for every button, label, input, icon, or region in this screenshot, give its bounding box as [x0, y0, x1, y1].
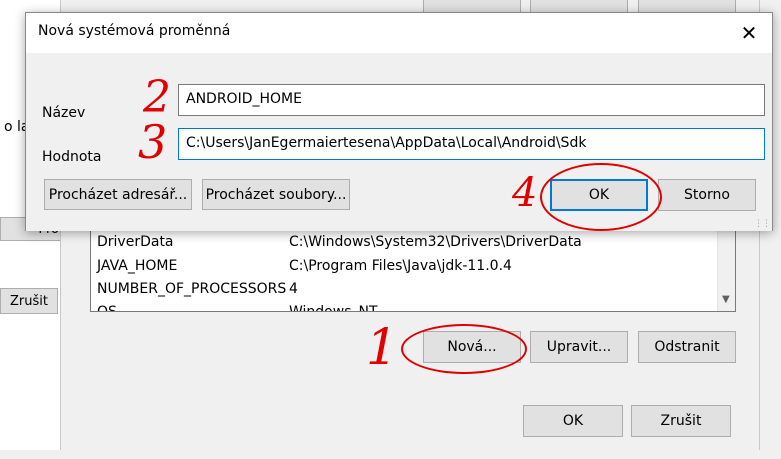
var-name: NUMBER_OF_PROCESSORS [97, 281, 287, 297]
variable-name-field[interactable]: ANDROID_HOME [178, 84, 765, 116]
dialog-cancel-button[interactable]: Storno [658, 179, 756, 211]
value-label: Hodnota [42, 149, 102, 165]
annotation-circle-ok [540, 163, 662, 231]
annotation-circle-new [401, 324, 527, 374]
delete-variable-button[interactable]: Odstranit [638, 331, 736, 363]
var-name: DriverData [97, 234, 174, 250]
annotation-step-1: 1 [366, 318, 398, 376]
env-ok-button[interactable]: OK [523, 405, 623, 437]
browse-directory-button[interactable]: Procházet adresář... [44, 179, 192, 210]
resize-grip-icon[interactable]: ⋮⋮ [754, 219, 771, 229]
close-icon[interactable]: ✕ [726, 13, 772, 53]
list-scrollbar[interactable]: ▼ [717, 229, 735, 311]
var-value: C:\Program Files\Java\jdk-11.0.4 [289, 258, 512, 274]
env-cancel-button[interactable]: Zrušit [631, 405, 731, 437]
browse-files-button[interactable]: Procházet soubory... [202, 179, 350, 210]
name-label: Název [42, 105, 86, 121]
var-value: 4 [289, 281, 298, 297]
dialog-title: Nová systémová proměnná [38, 23, 231, 39]
var-value: Windows_NT [289, 304, 378, 312]
var-value: C:\Windows\System32\Drivers\DriverData [289, 234, 582, 250]
var-name: OS [97, 304, 117, 312]
system-variables-list[interactable]: DriverData C:\Windows\System32\Drivers\D… [90, 228, 736, 312]
var-name: JAVA_HOME [97, 258, 178, 274]
background-cancel-button[interactable]: Zrušit [0, 288, 58, 314]
dialog-titlebar[interactable]: Nová systémová proměnná ✕ [26, 13, 772, 53]
annotation-step-3: 3 [138, 115, 168, 169]
variable-value-field[interactable]: C:\Users\JanEgermaiertesena\AppData\Loca… [178, 128, 765, 160]
annotation-step-4: 4 [512, 170, 538, 216]
edit-variable-button[interactable]: Upravit... [530, 331, 628, 363]
chevron-down-icon[interactable]: ▼ [722, 294, 730, 305]
